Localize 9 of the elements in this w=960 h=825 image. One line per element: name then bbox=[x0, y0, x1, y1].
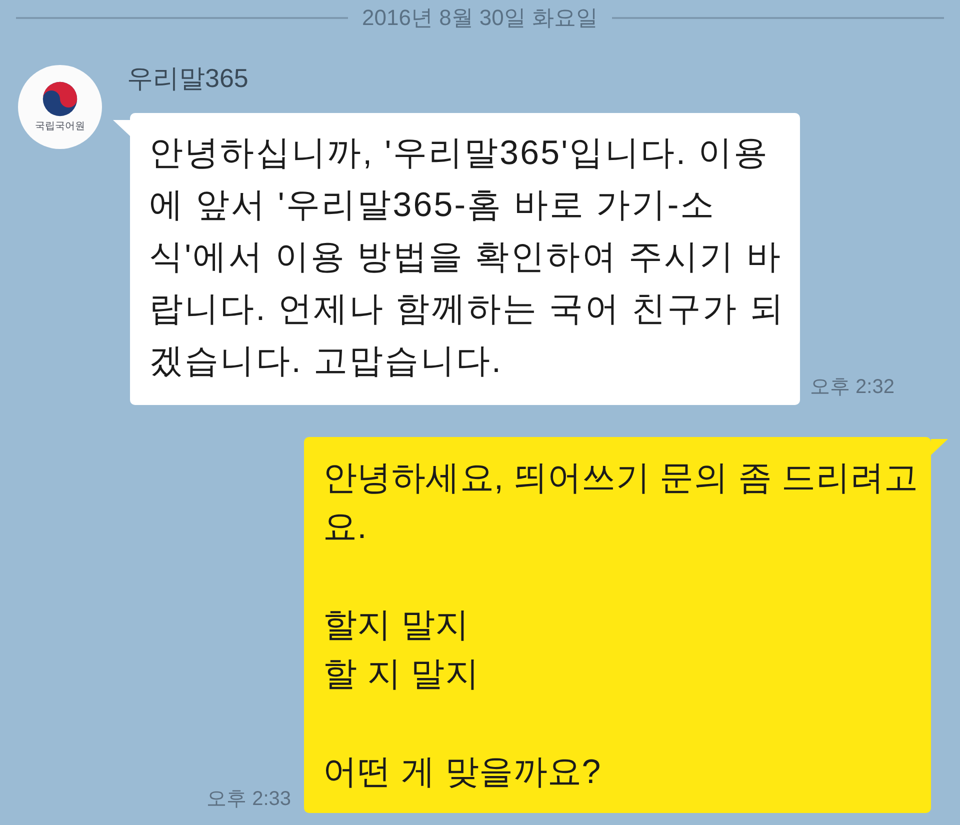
message-text: 안녕하십니까, '우리말365'입니다. 이용에 앞서 '우리말365-홈 바로 가기-소식'에서 이용 방법을 확인하여 주시기 바랍니다. 언제나 함께하는 국어 친구가 되겠습니다. 고맙습니다. bbox=[149, 133, 786, 382]
date-label: 2016년 8월 30일 화요일 bbox=[362, 4, 598, 32]
message-text: 안녕하세요, 띄어쓰기 문의 좀 드리려고요. 할지 말지 할 지 말지 어떤 게 맞을까요? bbox=[323, 458, 920, 793]
avatar-caption: 국립국어원 bbox=[35, 121, 85, 133]
sender-name: 우리말365 bbox=[127, 62, 248, 94]
message-time: 오후 2:33 bbox=[206, 787, 291, 811]
swirl-logo-icon bbox=[42, 81, 78, 117]
avatar[interactable]: 국립국어원 bbox=[18, 65, 102, 149]
message-time: 오후 2:32 bbox=[810, 375, 894, 399]
